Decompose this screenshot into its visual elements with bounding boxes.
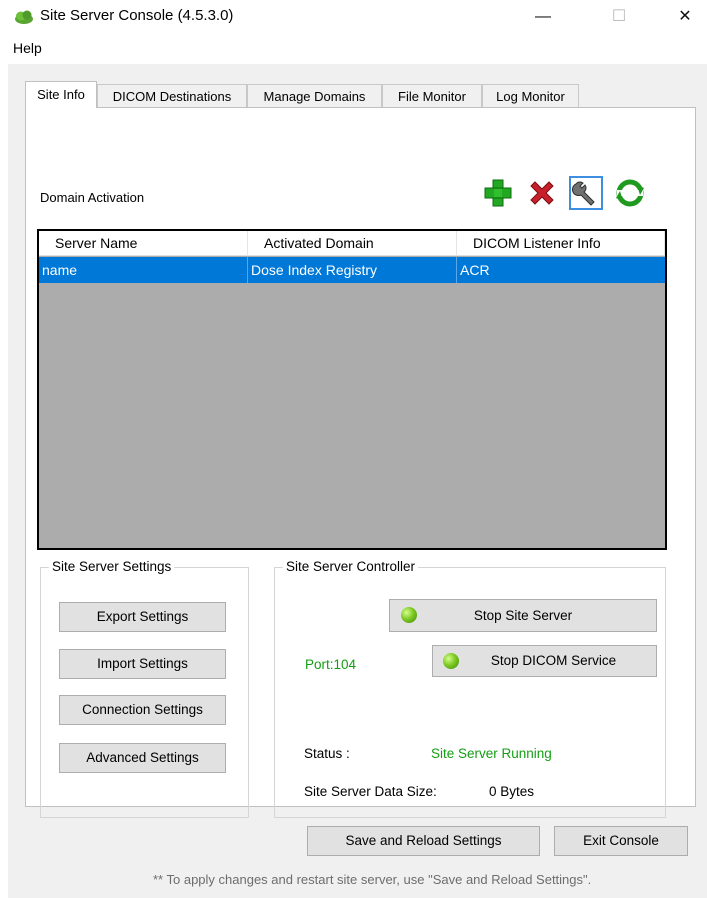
stop-dicom-service-button[interactable]: Stop DICOM Service <box>432 645 657 677</box>
delete-domain-button[interactable] <box>525 176 559 210</box>
tab-dicom-destinations[interactable]: DICOM Destinations <box>97 84 247 107</box>
site-info-panel: Domain Activation Server Name Activated … <box>25 107 696 818</box>
tab-log-monitor[interactable]: Log Monitor <box>482 84 579 107</box>
advanced-settings-button[interactable]: Advanced Settings <box>59 743 226 773</box>
hint-text: ** To apply changes and restart site ser… <box>153 872 592 887</box>
edit-domain-button[interactable] <box>569 176 603 210</box>
window-title: Site Server Console (4.5.3.0) <box>40 7 234 24</box>
site-server-settings-title: Site Server Settings <box>49 559 175 574</box>
app-cloud-icon <box>15 10 33 24</box>
exit-console-button[interactable]: Exit Console <box>554 826 688 856</box>
stop-dicom-service-label: Stop DICOM Service <box>490 653 617 668</box>
list-header: Server Name Activated Domain DICOM Liste… <box>39 231 665 256</box>
maximize-button[interactable]: ☐ <box>596 0 642 34</box>
data-size-label: Site Server Data Size: <box>304 784 437 799</box>
site-server-settings-group: Site Server Settings Export Settings Imp… <box>40 559 249 818</box>
refresh-button[interactable] <box>613 176 647 210</box>
cell-listener-info: ACR <box>460 262 490 278</box>
title-bar: Site Server Console (4.5.3.0) — ☐ ✕ <box>0 0 707 34</box>
add-domain-button[interactable] <box>481 176 515 210</box>
column-header-listener-info[interactable]: DICOM Listener Info <box>457 231 665 255</box>
delete-icon <box>530 181 554 205</box>
tab-site-info[interactable]: Site Info <box>25 81 97 108</box>
close-button[interactable]: ✕ <box>662 0 707 34</box>
export-settings-button[interactable]: Export Settings <box>59 602 226 632</box>
column-header-server-name[interactable]: Server Name <box>39 231 248 255</box>
cell-activated-domain: Dose Index Registry <box>248 257 457 283</box>
stop-site-server-button[interactable]: Stop Site Server <box>389 599 657 632</box>
column-header-activated-domain[interactable]: Activated Domain <box>248 231 457 255</box>
status-value: Site Server Running <box>431 746 552 761</box>
table-row[interactable]: name Dose Index Registry ACR <box>39 257 665 283</box>
save-and-reload-button[interactable]: Save and Reload Settings <box>307 826 540 856</box>
import-settings-button[interactable]: Import Settings <box>59 649 226 679</box>
add-icon <box>484 179 512 207</box>
site-server-controller-group: Site Server Controller Stop Site Server … <box>274 559 666 818</box>
site-server-controller-title: Site Server Controller <box>283 559 419 574</box>
domain-list[interactable]: Server Name Activated Domain DICOM Liste… <box>37 229 667 550</box>
tab-manage-domains[interactable]: Manage Domains <box>247 84 382 107</box>
menu-help[interactable]: Help <box>13 40 42 56</box>
client-area: Site Info DICOM Destinations Manage Doma… <box>8 64 707 898</box>
dicom-running-icon <box>443 653 459 669</box>
refresh-icon <box>616 179 644 207</box>
status-label: Status : <box>304 746 350 761</box>
port-label: Port:104 <box>305 657 357 672</box>
cell-server-name: name <box>39 257 248 283</box>
minimize-button[interactable]: — <box>520 0 566 34</box>
domain-activation-label: Domain Activation <box>40 190 145 205</box>
connection-settings-button[interactable]: Connection Settings <box>59 695 226 725</box>
running-status-icon <box>401 607 417 623</box>
menu-bar: Help <box>0 34 707 60</box>
data-size-value: 0 Bytes <box>489 784 535 799</box>
wrench-icon <box>571 181 595 206</box>
tab-file-monitor[interactable]: File Monitor <box>382 84 482 107</box>
stop-site-server-label: Stop Site Server <box>473 608 573 623</box>
